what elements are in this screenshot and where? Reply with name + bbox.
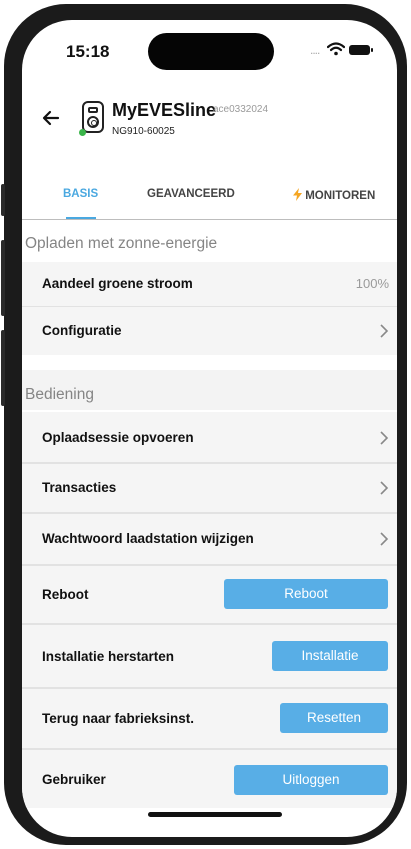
tab-bar: BASIS GEAVANCEERD MONITOREN — [22, 178, 397, 222]
row-restart-installation: Installatie herstarten Installatie — [22, 625, 397, 687]
section-title-control: Bediening — [25, 386, 94, 403]
row-user: Gebruiker Uitloggen — [22, 750, 397, 808]
row-label: Wachtwoord laadstation wijzigen — [42, 531, 254, 546]
logout-button[interactable]: Uitloggen — [234, 765, 388, 795]
tab-basis[interactable]: BASIS — [63, 188, 98, 200]
row-label: Gebruiker — [42, 772, 106, 787]
device-name: MyEVESline — [112, 100, 217, 120]
app-screen: 15:18 .... MyEVESline ace0332024 NG910-6… — [22, 20, 397, 837]
reset-button[interactable]: Resetten — [280, 703, 388, 733]
battery-cap — [371, 48, 373, 52]
row-label: Terug naar fabrieksinst. — [42, 711, 195, 726]
row-label: Oplaadsessie opvoeren — [42, 430, 194, 445]
device-header: MyEVESline ace0332024 NG910-60025 — [22, 88, 397, 158]
row-label: Aandeel groene stroom — [42, 276, 193, 291]
volume-up-button — [1, 240, 5, 316]
row-label: Configuratie — [42, 323, 122, 338]
arrow-left-icon[interactable] — [41, 108, 61, 128]
tab-monitoren-label: MONITOREN — [305, 190, 376, 202]
tab-geavanceerd[interactable]: GEAVANCEERD — [147, 188, 235, 200]
row-factory-reset: Terug naar fabrieksinst. Resetten — [22, 689, 397, 748]
signal-dots: .... — [310, 43, 320, 57]
row-green-share: Aandeel groene stroom 100% — [22, 262, 397, 306]
chevron-right-icon — [380, 324, 389, 338]
device-id: ace0332024 — [213, 104, 269, 115]
status-bar: 15:18 .... — [22, 20, 397, 76]
charger-icon — [82, 101, 104, 133]
row-configuration[interactable]: Configuratie — [22, 307, 397, 355]
device-serial: NG910-60025 — [112, 126, 175, 137]
row-change-password[interactable]: Wachtwoord laadstation wijzigen — [22, 514, 397, 564]
installation-button[interactable]: Installatie — [272, 641, 388, 671]
row-reboot: Reboot Reboot — [22, 566, 397, 623]
volume-down-button — [1, 330, 5, 406]
tab-monitoren[interactable]: MONITOREN — [293, 188, 375, 202]
chevron-right-icon — [380, 481, 389, 495]
green-share-value: 100% — [355, 276, 389, 291]
row-label: Transacties — [42, 480, 117, 495]
section-title-solar: Opladen met zonne-energie — [25, 235, 218, 252]
mute-switch — [1, 184, 5, 216]
row-label: Reboot — [42, 587, 89, 602]
dynamic-island — [148, 33, 274, 70]
row-boost-session[interactable]: Oplaadsessie opvoeren — [22, 412, 397, 462]
chevron-right-icon — [380, 532, 389, 546]
home-indicator — [148, 812, 282, 817]
row-label: Installatie herstarten — [42, 649, 175, 664]
status-time: 15:18 — [66, 42, 110, 61]
chevron-right-icon — [380, 431, 389, 445]
section-header-control: Bediening — [22, 370, 397, 410]
lightning-icon — [293, 188, 302, 201]
row-transactions[interactable]: Transacties — [22, 464, 397, 512]
reboot-button[interactable]: Reboot — [224, 579, 388, 609]
wifi-icon — [327, 42, 345, 56]
phone-frame: 15:18 .... MyEVESline ace0332024 NG910-6… — [1, 4, 407, 845]
tabs-divider — [22, 219, 397, 220]
battery-icon — [349, 45, 370, 55]
status-dot — [79, 129, 86, 136]
